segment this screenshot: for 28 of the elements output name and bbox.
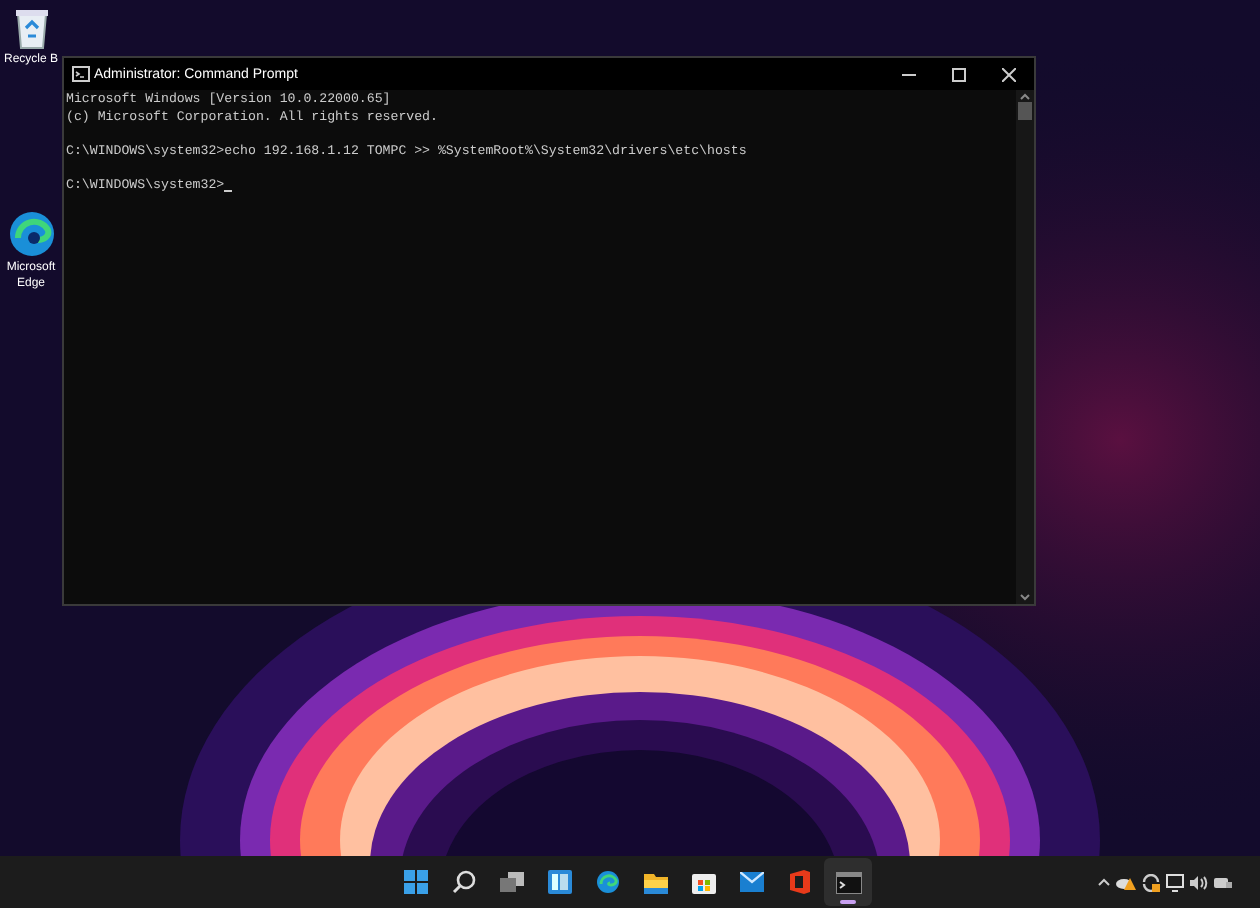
envelope-icon[interactable] (740, 872, 764, 892)
monitor-icon[interactable] (1166, 873, 1184, 891)
store-bag-icon[interactable] (692, 870, 716, 894)
scroll-thumb[interactable] (1018, 102, 1032, 120)
network-icon[interactable] (1214, 875, 1232, 889)
widgets-icon[interactable] (548, 870, 572, 894)
minimize-icon (902, 73, 916, 75)
windows-logo-icon[interactable] (404, 870, 428, 894)
edge-icon[interactable] (596, 870, 620, 894)
active-indicator (840, 900, 856, 904)
scroll-down-icon[interactable] (1020, 594, 1030, 602)
chevron-up-icon[interactable] (1098, 878, 1110, 886)
close-icon (1002, 67, 1016, 81)
speaker-icon[interactable] (1190, 875, 1208, 889)
sync-icon[interactable] (1142, 873, 1160, 891)
maximize-icon (952, 67, 966, 81)
recycle-bin-icon[interactable] (11, 6, 51, 50)
text-cursor (224, 190, 233, 192)
folder-icon[interactable] (644, 871, 668, 893)
search-icon[interactable] (452, 870, 476, 894)
scrollbar[interactable] (1016, 90, 1034, 604)
cloud-warning-icon[interactable] (1116, 874, 1136, 890)
scroll-up-icon[interactable] (1020, 92, 1030, 100)
terminal-icon[interactable] (835, 871, 861, 893)
office-logo-icon[interactable] (790, 870, 810, 894)
console-icon (72, 66, 90, 82)
overlapping-windows-icon[interactable] (500, 870, 524, 894)
edge-icon[interactable] (7, 210, 55, 258)
